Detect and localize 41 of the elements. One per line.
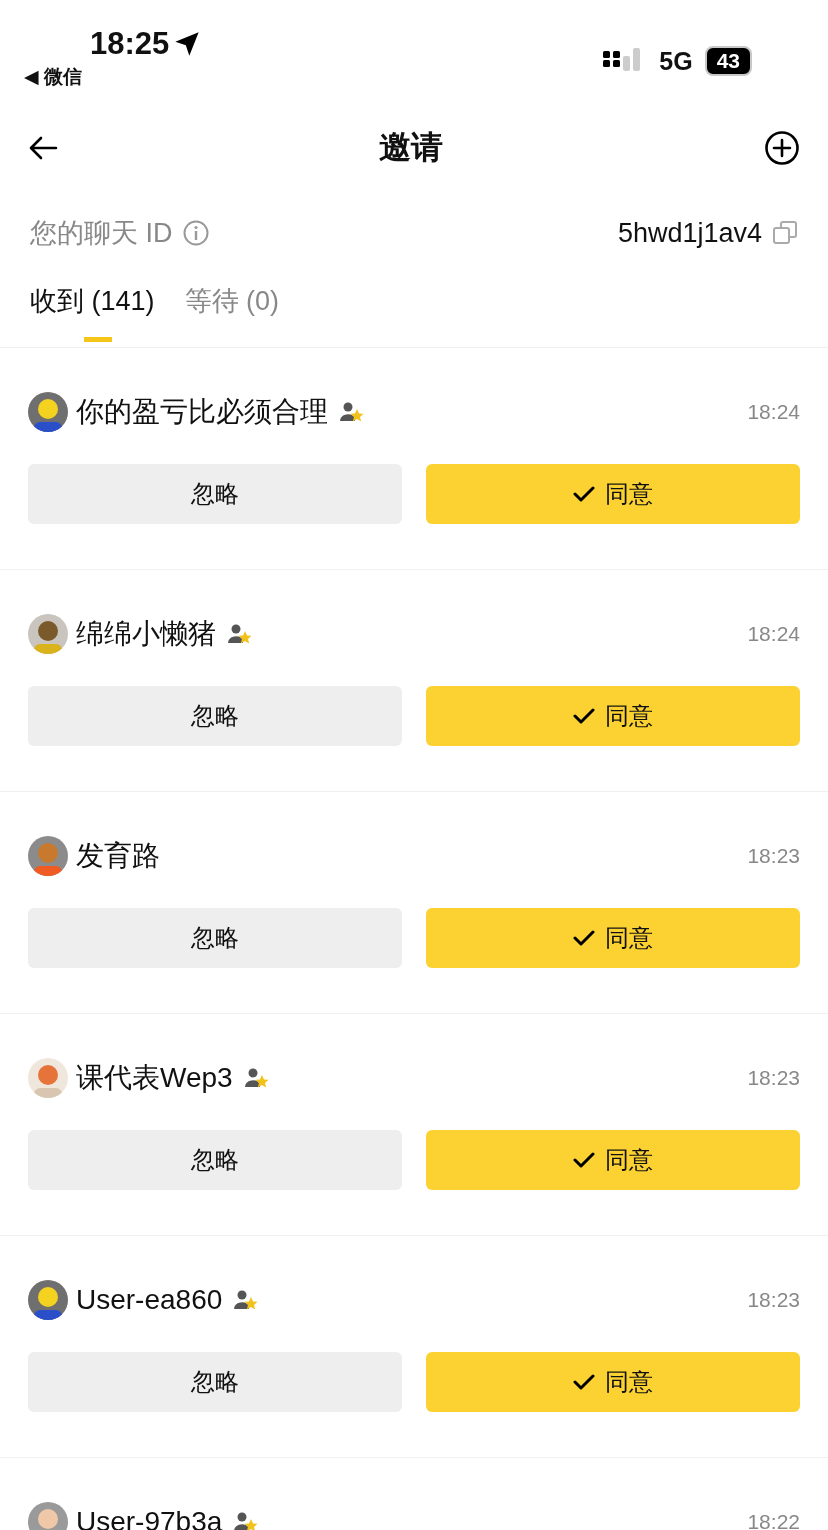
user-name: 你的盈亏比必须合理 [76, 395, 328, 429]
checkmark-icon [573, 929, 595, 947]
location-arrow-icon [173, 30, 202, 58]
back-to-app-link[interactable]: ◀ 微信 [24, 64, 202, 90]
invite-time: 18:22 [747, 1510, 800, 1530]
invite-time: 18:24 [747, 400, 800, 424]
checkmark-icon [573, 707, 595, 725]
tab[interactable]: 等待 (0) [184, 276, 280, 342]
ignore-button[interactable]: 忽略 [28, 908, 402, 968]
status-time: 18:25 [90, 26, 170, 62]
accept-button[interactable]: 同意 [426, 1352, 800, 1412]
user-name: 绵绵小懒猪 [76, 617, 216, 651]
page-title: 邀请 [379, 128, 443, 167]
add-button[interactable] [764, 130, 800, 166]
network-label: 5G [659, 46, 693, 76]
chat-id-value: 5hwd1j1av4 [617, 217, 762, 249]
tab[interactable]: 收到 (141) [30, 276, 155, 342]
battery-indicator: 43 [704, 46, 752, 76]
invite-time: 18:23 [747, 1288, 800, 1312]
accept-button[interactable]: 同意 [426, 686, 800, 746]
ignore-button[interactable]: 忽略 [28, 686, 402, 746]
checkmark-icon [573, 1373, 595, 1391]
add-circle-icon [764, 130, 800, 166]
info-icon[interactable] [182, 220, 209, 246]
ignore-button[interactable]: 忽略 [28, 464, 402, 524]
invite-time: 18:23 [747, 844, 800, 868]
back-arrow-icon [28, 136, 58, 160]
accept-button[interactable]: 同意 [426, 464, 800, 524]
user-name: User-ea860 [76, 1284, 223, 1316]
accept-button[interactable]: 同意 [426, 908, 800, 968]
checkmark-icon [573, 1151, 595, 1169]
user-name: 发育路 [76, 839, 160, 873]
checkmark-icon [573, 485, 595, 503]
invite-time: 18:23 [747, 1066, 800, 1090]
back-button[interactable] [28, 136, 58, 160]
ignore-button[interactable]: 忽略 [28, 1130, 402, 1190]
ignore-button[interactable]: 忽略 [28, 1352, 402, 1412]
accept-button[interactable]: 同意 [426, 1130, 800, 1190]
chat-id-label: 您的聊天 ID [30, 217, 173, 250]
invite-time: 18:24 [747, 622, 800, 646]
user-name: 课代表Wep3 [76, 1061, 233, 1095]
